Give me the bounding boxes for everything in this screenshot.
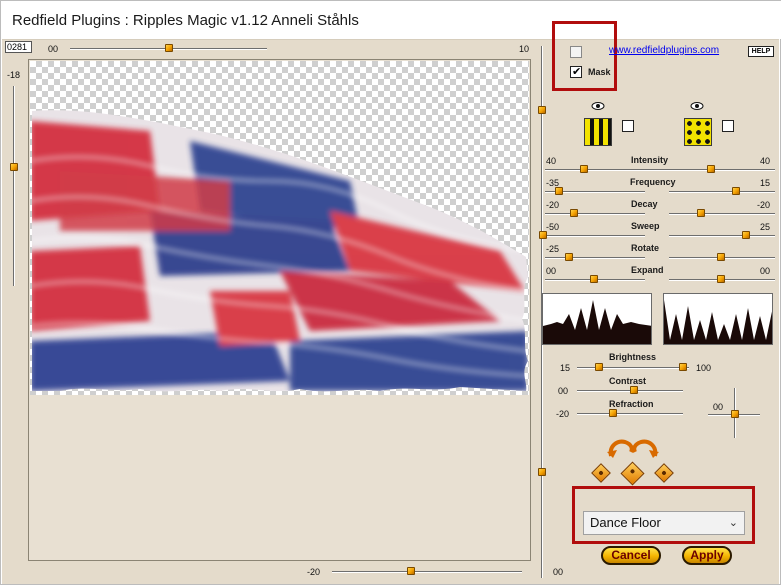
right-slider-thumb-lower[interactable] [538, 468, 546, 476]
randomize-small-dice-icon[interactable] [591, 463, 611, 483]
brightness-left-thumb[interactable] [595, 363, 603, 371]
left-slider-value: -18 [7, 70, 21, 80]
preset-selected-value: Dance Floor [590, 515, 661, 530]
intensity-label: Intensity [631, 155, 669, 165]
contrast-thumb[interactable] [630, 386, 638, 394]
title-bar: Redfield Plugins : Ripples Magic v1.12 A… [1, 1, 781, 39]
mask-extra-toggle[interactable] [570, 46, 582, 58]
refraction-label: Refraction [609, 399, 654, 409]
intensity-left-thumb[interactable] [580, 165, 588, 173]
cross-slider-thumb[interactable] [731, 410, 739, 418]
dots-pattern-checkbox[interactable] [722, 120, 734, 132]
randomize-all-dice-icon[interactable] [620, 461, 645, 486]
sweep-right-thumb[interactable] [742, 231, 750, 239]
brightness-right-value: 100 [696, 363, 712, 373]
preview-area[interactable] [28, 59, 531, 561]
brightness-left-value: 15 [560, 363, 571, 373]
undo-redo-arrows-icon[interactable] [605, 438, 661, 458]
expand-right-thumb[interactable] [717, 275, 725, 283]
waveform-preview-left [542, 293, 652, 345]
rotate-label: Rotate [631, 243, 660, 253]
frequency-left-thumb[interactable] [555, 187, 563, 195]
expand-left-thumb[interactable] [590, 275, 598, 283]
mask-checkbox[interactable] [570, 65, 582, 78]
decay-left-value: -20 [546, 200, 560, 210]
expand-right-value: 00 [760, 266, 771, 276]
refraction-thumb[interactable] [609, 409, 617, 417]
eye-icon [591, 102, 605, 110]
frequency-right-thumb[interactable] [732, 187, 740, 195]
decay-slider-track-left[interactable] [545, 213, 645, 215]
eye-icon [690, 102, 704, 110]
stripe-pattern-checkbox[interactable] [622, 120, 634, 132]
decay-right-value: -20 [757, 200, 771, 210]
rotate-slider-track-left[interactable] [545, 257, 645, 259]
preset-dropdown[interactable]: Dance Floor ⌄ [583, 511, 745, 535]
website-link[interactable]: www.redfieldplugins.com [609, 45, 719, 56]
stripe-pattern-button[interactable] [584, 118, 612, 146]
brightness-right-thumb[interactable] [679, 363, 687, 371]
contrast-value: 00 [558, 386, 569, 396]
chevron-down-icon: ⌄ [728, 517, 738, 529]
decay-label: Decay [631, 199, 658, 209]
refraction-slider-track[interactable] [577, 413, 683, 415]
bottom-slider-thumb[interactable] [407, 567, 415, 575]
mask-label: Mask [588, 67, 611, 77]
window-title: Redfield Plugins : Ripples Magic v1.12 A… [12, 12, 359, 29]
refraction-value: -20 [556, 409, 570, 419]
sweep-left-value: -50 [546, 222, 560, 232]
dots-pattern-button[interactable] [684, 118, 712, 146]
bottom-slider-max-label: 00 [553, 567, 564, 577]
waveform-graph [664, 300, 772, 344]
mask-highlight-box [552, 21, 617, 91]
bottom-slider-track[interactable] [332, 571, 522, 573]
rotate-right-thumb[interactable] [717, 253, 725, 261]
transparency-checkerboard [30, 61, 529, 395]
rippled-flag-preview [32, 110, 528, 392]
top-slider-min-label: 00 [48, 44, 59, 54]
zoom-level-field[interactable]: 0281 [5, 41, 32, 53]
decay-right-thumb[interactable] [697, 209, 705, 217]
left-slider-track[interactable] [13, 86, 15, 286]
brightness-label: Brightness [609, 352, 657, 362]
right-slider-thumb-upper[interactable] [538, 106, 546, 114]
decay-slider-track-right[interactable] [669, 213, 775, 215]
randomize-pattern-dice-icon[interactable] [654, 463, 674, 483]
rotate-left-value: -25 [546, 244, 560, 254]
sweep-right-value: 25 [760, 222, 771, 232]
intensity-right-value: 40 [760, 156, 771, 166]
decay-left-thumb[interactable] [570, 209, 578, 217]
sweep-label: Sweep [631, 221, 660, 231]
apply-button[interactable]: Apply [682, 546, 732, 565]
plugin-window: Redfield Plugins : Ripples Magic v1.12 A… [0, 0, 781, 585]
brightness-slider-track[interactable] [577, 367, 689, 369]
intensity-right-thumb[interactable] [707, 165, 715, 173]
frequency-right-value: 15 [760, 178, 771, 188]
left-slider-thumb[interactable] [10, 163, 18, 171]
cross-slider-value: 00 [713, 402, 724, 412]
frequency-slider-track-right[interactable] [669, 191, 775, 193]
help-button[interactable]: HELP [748, 46, 774, 57]
rotate-left-thumb[interactable] [565, 253, 573, 261]
cancel-button[interactable]: Cancel [601, 546, 661, 565]
contrast-label: Contrast [609, 376, 647, 386]
intensity-left-value: 40 [546, 156, 557, 166]
frequency-label: Frequency [630, 177, 676, 187]
expand-left-value: 00 [546, 266, 557, 276]
expand-label: Expand [631, 265, 664, 275]
bottom-slider-min-label: -20 [307, 567, 321, 577]
flag-image [32, 110, 528, 392]
sweep-slider-track-right[interactable] [669, 235, 775, 237]
top-slider-thumb[interactable] [165, 44, 173, 52]
waveform-preview-right [663, 293, 773, 345]
sweep-slider-track-left[interactable] [545, 235, 645, 237]
sweep-left-thumb[interactable] [539, 231, 547, 239]
top-slider-max-label: 10 [519, 44, 530, 54]
waveform-graph [543, 300, 651, 344]
plugin-panel: 0281 00 10 -18 -20 00 ✔ Mask www.redfiel… [2, 21, 779, 584]
